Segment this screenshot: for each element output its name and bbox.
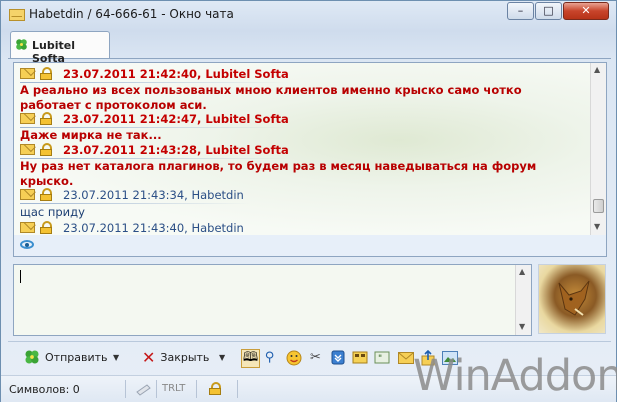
- minimize-button[interactable]: –: [507, 2, 534, 20]
- status-separator: [125, 380, 126, 398]
- message-header: 23.07.2011 21:43:28, Lubitel Softa: [20, 142, 300, 159]
- history-icon[interactable]: 🕮: [241, 349, 260, 368]
- lock-icon: [40, 188, 52, 201]
- lock-icon: [40, 67, 52, 80]
- chat-history[interactable]: 23.07.2011 21:42:40, Lubitel Softa А реа…: [13, 62, 607, 236]
- close-dropdown-arrow[interactable]: ▼: [219, 353, 225, 362]
- close-label: Закрыть: [160, 350, 210, 364]
- tab-lubitel-softa[interactable]: Lubitel Softa: [10, 31, 110, 65]
- maximize-button[interactable]: □: [535, 2, 562, 20]
- message-input[interactable]: ▲ ▼: [13, 264, 532, 336]
- message-timestamp: 23.07.2011 21:43:34, Habetdin: [63, 188, 244, 202]
- status-separator: [237, 380, 238, 398]
- watermark-text: WinAddon: [413, 351, 617, 401]
- scroll-down-arrow[interactable]: ▼: [519, 322, 525, 331]
- lock-icon: [40, 112, 52, 125]
- chat-scrollbar[interactable]: ▲ ▼: [590, 63, 606, 235]
- message-header: 23.07.2011 21:43:40, Habetdin: [20, 220, 260, 235]
- message-timestamp: 23.07.2011 21:43:28, Lubitel Softa: [63, 143, 289, 157]
- status-separator: [196, 380, 197, 398]
- message-timestamp: 23.07.2011 21:42:40, Lubitel Softa: [63, 67, 289, 81]
- settings-icon[interactable]: ✂: [307, 349, 324, 366]
- scroll-up-arrow[interactable]: ▲: [594, 65, 600, 74]
- status-separator: [156, 380, 157, 398]
- lock-icon: [40, 221, 52, 234]
- tab-strip: Lubitel Softa: [8, 31, 611, 65]
- message-line: щас приду: [20, 205, 85, 219]
- quote-icon[interactable]: [351, 349, 368, 366]
- message-header: 23.07.2011 21:43:34, Habetdin: [20, 187, 260, 204]
- window-title: Habetdin / 64-666-61 - Окно чата: [29, 7, 234, 21]
- scroll-down-arrow[interactable]: ▼: [594, 222, 600, 231]
- message-header: 23.07.2011 21:42:47, Lubitel Softa: [20, 111, 300, 128]
- translit-toggle[interactable]: TRLT: [162, 383, 185, 394]
- svg-text:": ": [378, 354, 382, 364]
- text-caret: [20, 270, 21, 283]
- comment-icon[interactable]: ": [373, 349, 390, 366]
- send-button[interactable]: Отправить: [24, 346, 108, 368]
- message-line: Ну раз нет каталога плагинов, то будем р…: [20, 159, 537, 173]
- lock-icon: [40, 143, 52, 156]
- eye-icon[interactable]: [20, 240, 34, 249]
- message-line: А реально из всех пользованых мною клиен…: [20, 83, 522, 97]
- message-timestamp: 23.07.2011 21:42:47, Lubitel Softa: [63, 112, 289, 126]
- chat-window: Habetdin / 64-666-61 - Окно чата – □ ✕ L…: [0, 0, 617, 402]
- fox-avatar-image: [558, 280, 590, 316]
- smiley-icon[interactable]: [285, 349, 302, 366]
- clover-icon: [16, 39, 27, 50]
- send-label: Отправить: [45, 350, 108, 364]
- message-timestamp: 23.07.2011 21:43:40, Habetdin: [63, 221, 244, 235]
- close-icon: ✕: [142, 347, 156, 367]
- message-line: Даже мирка не так...: [20, 128, 162, 142]
- clover-icon: [25, 350, 39, 364]
- scroll-up-arrow[interactable]: ▲: [519, 267, 525, 276]
- search-icon[interactable]: ⚲: [261, 349, 278, 366]
- scroll-thumb[interactable]: [593, 199, 604, 213]
- input-scrollbar[interactable]: ▲ ▼: [515, 265, 531, 335]
- envelope-icon: [20, 189, 35, 200]
- envelope-icon: [20, 113, 35, 124]
- encryption-lock-icon[interactable]: [209, 382, 221, 395]
- message-icon[interactable]: [397, 349, 414, 366]
- envelope-icon: [20, 68, 35, 79]
- typing-indicator-bar: [13, 235, 607, 257]
- keyboard-icon[interactable]: [135, 382, 151, 396]
- char-count: Символов: 0: [9, 383, 80, 396]
- close-chat-button[interactable]: ✕ Закрыть: [142, 346, 209, 368]
- envelope-icon: [20, 222, 35, 233]
- envelope-icon: [9, 9, 25, 21]
- close-window-button[interactable]: ✕: [563, 2, 609, 20]
- envelope-icon: [20, 144, 35, 155]
- message-header: 23.07.2011 21:42:40, Lubitel Softa: [20, 66, 300, 83]
- contact-avatar: [538, 264, 606, 334]
- scroll-down-icon[interactable]: [329, 349, 346, 366]
- send-dropdown-arrow[interactable]: ▼: [113, 353, 119, 362]
- title-bar[interactable]: Habetdin / 64-666-61 - Окно чата – □ ✕: [1, 1, 616, 27]
